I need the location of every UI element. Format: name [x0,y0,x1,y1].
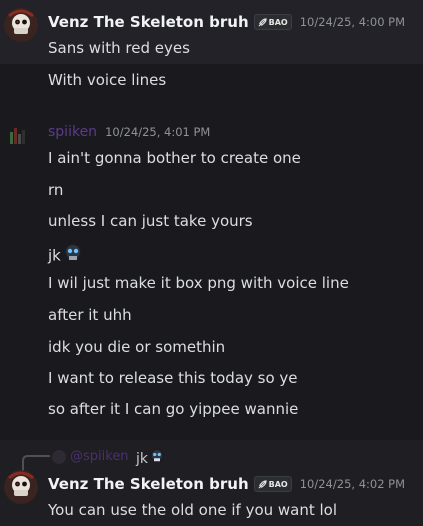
message-line: after it uhh [48,306,132,324]
avatar-venz[interactable] [4,470,38,504]
message-line: unless I can just take yours [48,212,253,230]
message-header: spiiken 10/24/25, 4:01 PM [48,121,210,143]
reply-author[interactable]: @spiiken [70,447,129,467]
skull-emoji [148,447,166,471]
leaf-icon [258,17,267,26]
server-tag-badge[interactable]: BAO [253,14,292,30]
message-line: idk you die or somethin [48,338,226,356]
author-name[interactable]: Venz The Skeleton bruh [48,475,249,493]
message-group-venz-1: Venz The Skeleton bruh BAO 10/24/25, 4:0… [0,0,423,64]
message-line: I ain't gonna bother to create one [48,149,301,167]
message-line: I want to release this today so ye [48,369,298,387]
reply-avatar[interactable] [52,450,66,464]
timestamp[interactable]: 10/24/25, 4:01 PM [105,125,210,139]
avatar-spiiken[interactable] [4,120,38,154]
message-header: Venz The Skeleton bruh BAO 10/24/25, 4:0… [48,473,405,495]
author-name[interactable]: spiiken [48,124,97,140]
message-line-with-emoji: jk [48,241,85,265]
message-header: Venz The Skeleton bruh BAO 10/24/25, 4:0… [48,11,405,33]
leaf-icon [258,479,267,488]
message-text: jk [48,246,61,265]
message-line: rn [48,181,64,199]
avatar-venz[interactable] [4,8,38,42]
message-line: so after it I can go yippee wannie [48,400,299,418]
reply-connector [22,455,50,471]
author-name[interactable]: Venz The Skeleton bruh [48,13,249,31]
skull-emoji[interactable] [61,241,85,271]
message-line: You can use the old one if you want lol [48,501,338,519]
timestamp[interactable]: 10/24/25, 4:02 PM [300,477,405,491]
reply-preview[interactable]: jk [136,447,166,471]
timestamp[interactable]: 10/24/25, 4:00 PM [300,15,405,29]
server-tag-badge[interactable]: BAO [253,476,292,492]
message-line: With voice lines [48,71,167,89]
message-line: I wil just make it box png with voice li… [48,274,349,292]
message-line: Sans with red eyes [48,39,190,57]
